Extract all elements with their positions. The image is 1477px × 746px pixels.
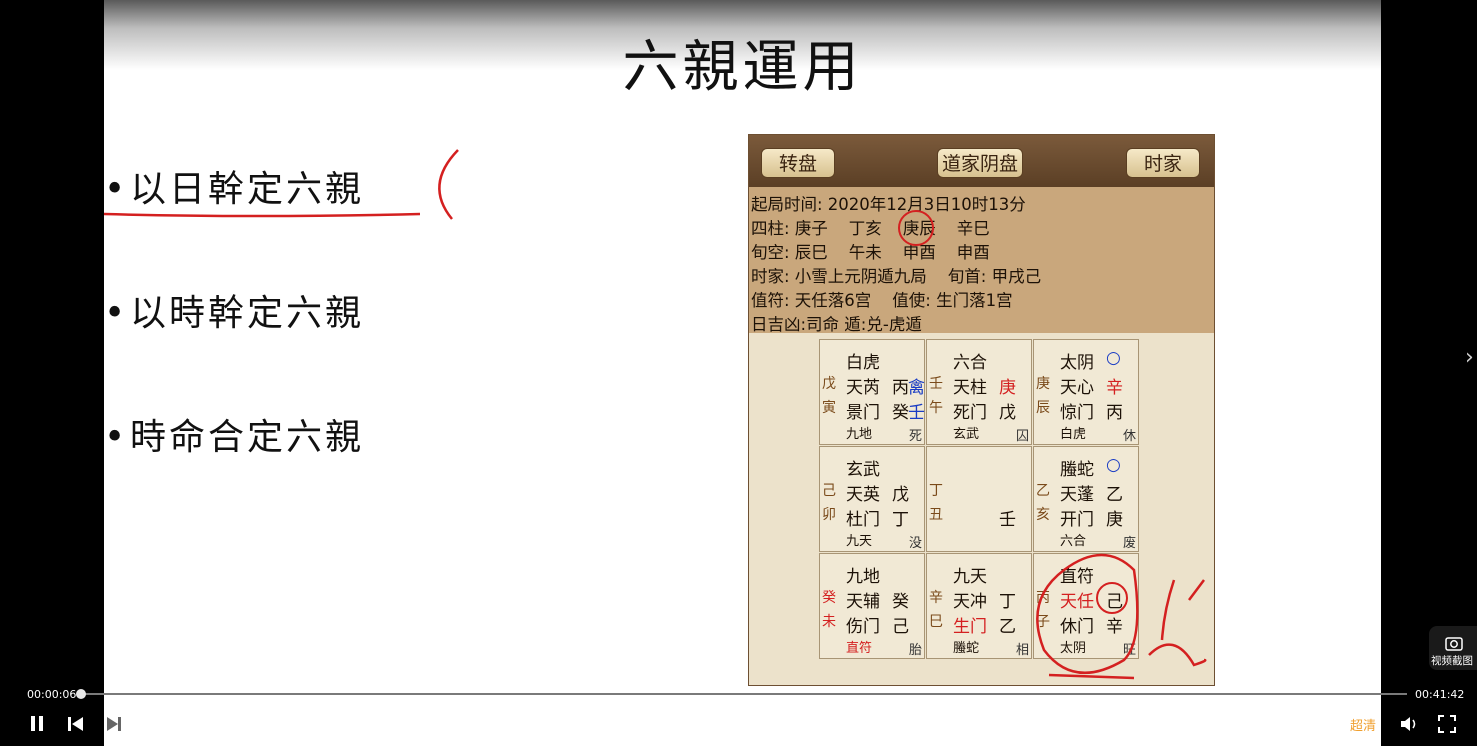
total-time: 00:41:42 bbox=[1415, 688, 1465, 701]
volume-icon[interactable] bbox=[1399, 715, 1419, 733]
next-chevron-icon[interactable]: › bbox=[1465, 345, 1474, 370]
fullscreen-icon[interactable] bbox=[1438, 715, 1456, 733]
player-controls: 字幕 倍速 超清 bbox=[0, 705, 1477, 746]
previous-icon[interactable] bbox=[67, 715, 85, 733]
subtitles-button[interactable]: 字幕 bbox=[1242, 715, 1268, 734]
current-time: 00:00:06 bbox=[27, 688, 77, 701]
pause-icon[interactable] bbox=[29, 715, 45, 733]
speed-button[interactable]: 倍速 bbox=[1296, 715, 1322, 734]
screenshot-button[interactable]: 视频截图 bbox=[1429, 626, 1477, 670]
handwritten-annotations-2 bbox=[898, 210, 1207, 680]
progress-handle[interactable] bbox=[76, 689, 87, 699]
video-frame[interactable]: 六親運用 •以日幹定六親 •以時幹定六親 •時命合定六親 转盘 道家阴盘 时家 … bbox=[104, 0, 1381, 746]
progress-track[interactable] bbox=[78, 693, 1407, 695]
quality-button[interactable]: 超清 bbox=[1350, 715, 1376, 734]
next-icon[interactable] bbox=[105, 715, 123, 733]
screenshot-label: 视频截图 bbox=[1431, 655, 1473, 667]
